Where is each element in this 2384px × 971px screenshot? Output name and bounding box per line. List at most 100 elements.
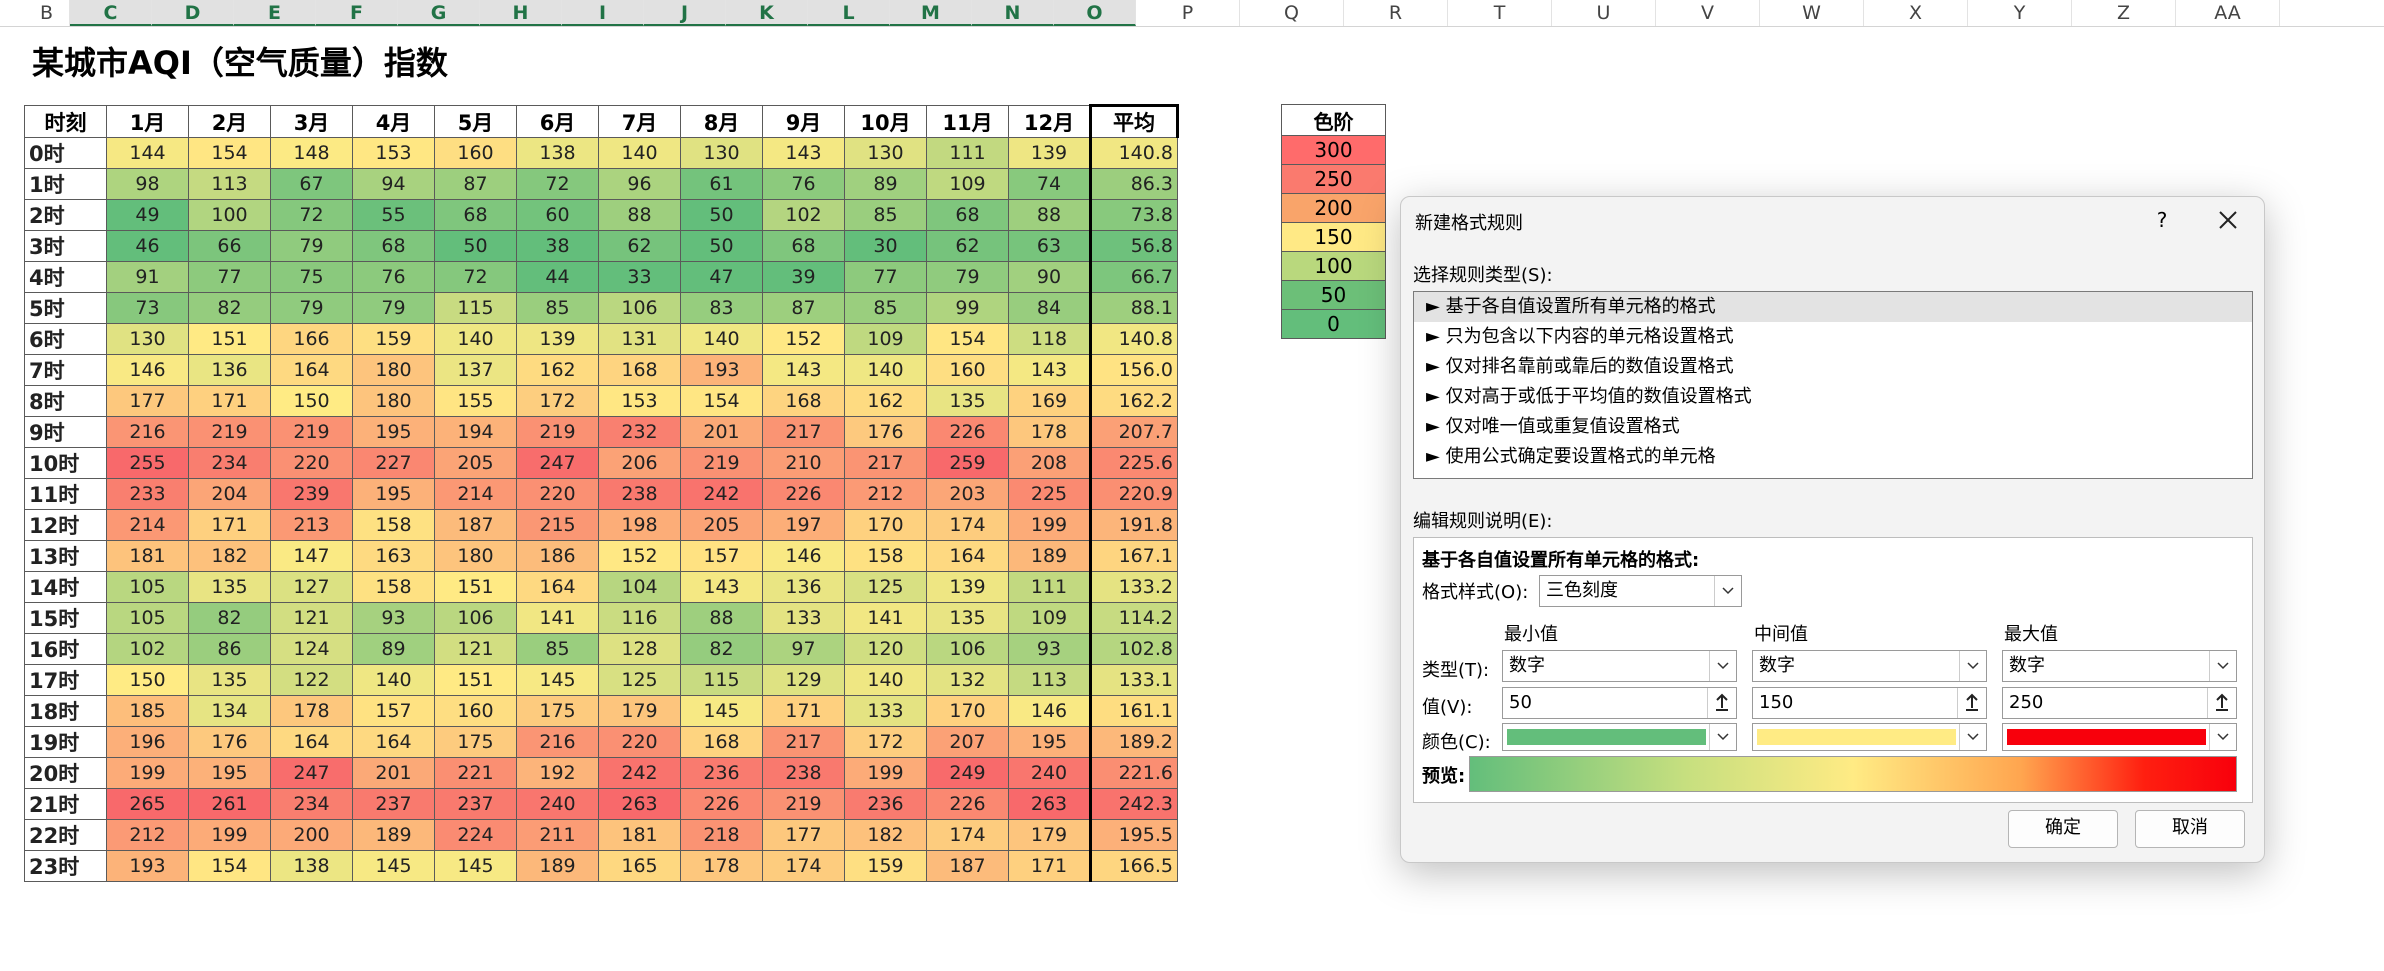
aqi-cell[interactable]: 226 — [762, 478, 845, 510]
header-cell-month[interactable]: 3月 — [270, 105, 353, 138]
aqi-cell[interactable]: 224 — [434, 819, 517, 851]
aqi-cell[interactable]: 76 — [762, 168, 845, 200]
aqi-cell[interactable]: 72 — [434, 261, 517, 293]
aqi-cell[interactable]: 132 — [926, 664, 1009, 696]
aqi-cell[interactable]: 66 — [188, 230, 271, 262]
aqi-cell[interactable]: 133 — [844, 695, 927, 727]
aqi-cell[interactable]: 136 — [188, 354, 271, 386]
aqi-cell[interactable]: 153 — [352, 137, 435, 169]
aqi-cell[interactable]: 85 — [516, 633, 599, 665]
column-header-v[interactable]: V — [1656, 0, 1760, 26]
close-button[interactable] — [2211, 203, 2245, 237]
aqi-cell[interactable]: 153 — [598, 385, 681, 417]
aqi-cell[interactable]: 164 — [270, 726, 353, 758]
aqi-cell[interactable]: 182 — [844, 819, 927, 851]
aqi-cell[interactable]: 192 — [516, 757, 599, 789]
aqi-cell[interactable]: 63 — [1008, 230, 1091, 262]
aqi-cell[interactable]: 179 — [1008, 819, 1091, 851]
aqi-cell[interactable]: 200 — [270, 819, 353, 851]
aqi-cell[interactable]: 203 — [926, 478, 1009, 510]
aqi-cell[interactable]: 226 — [926, 788, 1009, 820]
aqi-cell[interactable]: 150 — [270, 385, 353, 417]
aqi-cell[interactable]: 206 — [598, 447, 681, 479]
aqi-cell[interactable]: 85 — [844, 199, 927, 231]
average-cell[interactable]: 66.7 — [1089, 261, 1178, 293]
aqi-cell[interactable]: 105 — [106, 602, 189, 634]
aqi-cell[interactable]: 217 — [762, 726, 845, 758]
aqi-cell[interactable]: 175 — [516, 695, 599, 727]
aqi-cell[interactable]: 172 — [516, 385, 599, 417]
column-header-g[interactable]: G — [398, 0, 480, 26]
aqi-cell[interactable]: 166 — [270, 323, 353, 355]
average-cell[interactable]: 220.9 — [1089, 478, 1178, 510]
aqi-cell[interactable]: 130 — [680, 137, 763, 169]
aqi-cell[interactable]: 164 — [352, 726, 435, 758]
hour-cell[interactable]: 7时 — [24, 354, 107, 386]
aqi-cell[interactable]: 98 — [106, 168, 189, 200]
aqi-cell[interactable]: 130 — [844, 137, 927, 169]
aqi-cell[interactable]: 128 — [598, 633, 681, 665]
aqi-cell[interactable]: 221 — [434, 757, 517, 789]
aqi-cell[interactable]: 113 — [188, 168, 271, 200]
aqi-cell[interactable]: 215 — [516, 509, 599, 541]
aqi-cell[interactable]: 236 — [844, 788, 927, 820]
aqi-cell[interactable]: 111 — [1008, 571, 1091, 603]
aqi-cell[interactable]: 152 — [598, 540, 681, 572]
hour-cell[interactable]: 19时 — [24, 726, 107, 758]
aqi-cell[interactable]: 233 — [106, 478, 189, 510]
aqi-cell[interactable]: 247 — [516, 447, 599, 479]
column-header-z[interactable]: Z — [2072, 0, 2176, 26]
aqi-cell[interactable]: 189 — [516, 850, 599, 882]
aqi-cell[interactable]: 216 — [106, 416, 189, 448]
hour-cell[interactable]: 4时 — [24, 261, 107, 293]
range-select-icon[interactable] — [1707, 688, 1736, 718]
aqi-cell[interactable]: 219 — [516, 416, 599, 448]
aqi-cell[interactable]: 160 — [434, 695, 517, 727]
aqi-cell[interactable]: 85 — [844, 292, 927, 324]
aqi-cell[interactable]: 55 — [352, 199, 435, 231]
column-header-n[interactable]: N — [972, 0, 1054, 26]
min-color-picker[interactable] — [1502, 723, 1737, 751]
aqi-cell[interactable]: 94 — [352, 168, 435, 200]
aqi-cell[interactable]: 182 — [188, 540, 271, 572]
aqi-cell[interactable]: 139 — [1008, 137, 1091, 169]
legend-item[interactable]: 100 — [1281, 251, 1386, 281]
aqi-cell[interactable]: 50 — [680, 230, 763, 262]
aqi-cell[interactable]: 83 — [680, 292, 763, 324]
aqi-cell[interactable]: 208 — [1008, 447, 1091, 479]
aqi-cell[interactable]: 226 — [680, 788, 763, 820]
aqi-cell[interactable]: 89 — [352, 633, 435, 665]
hour-cell[interactable]: 13时 — [24, 540, 107, 572]
aqi-cell[interactable]: 195 — [1008, 726, 1091, 758]
aqi-cell[interactable]: 121 — [270, 602, 353, 634]
aqi-cell[interactable]: 106 — [598, 292, 681, 324]
max-value-input[interactable]: 250 — [2002, 687, 2237, 719]
legend-item[interactable]: 150 — [1281, 222, 1386, 252]
aqi-cell[interactable]: 115 — [680, 664, 763, 696]
aqi-cell[interactable]: 75 — [270, 261, 353, 293]
aqi-cell[interactable]: 220 — [270, 447, 353, 479]
aqi-cell[interactable]: 237 — [352, 788, 435, 820]
aqi-cell[interactable]: 62 — [598, 230, 681, 262]
aqi-cell[interactable]: 240 — [1008, 757, 1091, 789]
aqi-cell[interactable]: 194 — [434, 416, 517, 448]
aqi-cell[interactable]: 158 — [352, 509, 435, 541]
header-cell-month[interactable]: 10月 — [844, 105, 927, 138]
hour-cell[interactable]: 6时 — [24, 323, 107, 355]
aqi-cell[interactable]: 152 — [762, 323, 845, 355]
aqi-cell[interactable]: 180 — [352, 385, 435, 417]
aqi-cell[interactable]: 46 — [106, 230, 189, 262]
aqi-cell[interactable]: 160 — [926, 354, 1009, 386]
aqi-cell[interactable]: 140 — [844, 664, 927, 696]
aqi-cell[interactable]: 79 — [352, 292, 435, 324]
aqi-cell[interactable]: 61 — [680, 168, 763, 200]
cancel-button[interactable]: 取消 — [2135, 810, 2245, 848]
aqi-cell[interactable]: 68 — [434, 199, 517, 231]
aqi-cell[interactable]: 214 — [434, 478, 517, 510]
aqi-cell[interactable]: 219 — [762, 788, 845, 820]
aqi-cell[interactable]: 79 — [270, 292, 353, 324]
header-cell-month[interactable]: 2月 — [188, 105, 271, 138]
aqi-cell[interactable]: 162 — [516, 354, 599, 386]
column-header-m[interactable]: M — [890, 0, 972, 26]
aqi-cell[interactable]: 148 — [270, 137, 353, 169]
